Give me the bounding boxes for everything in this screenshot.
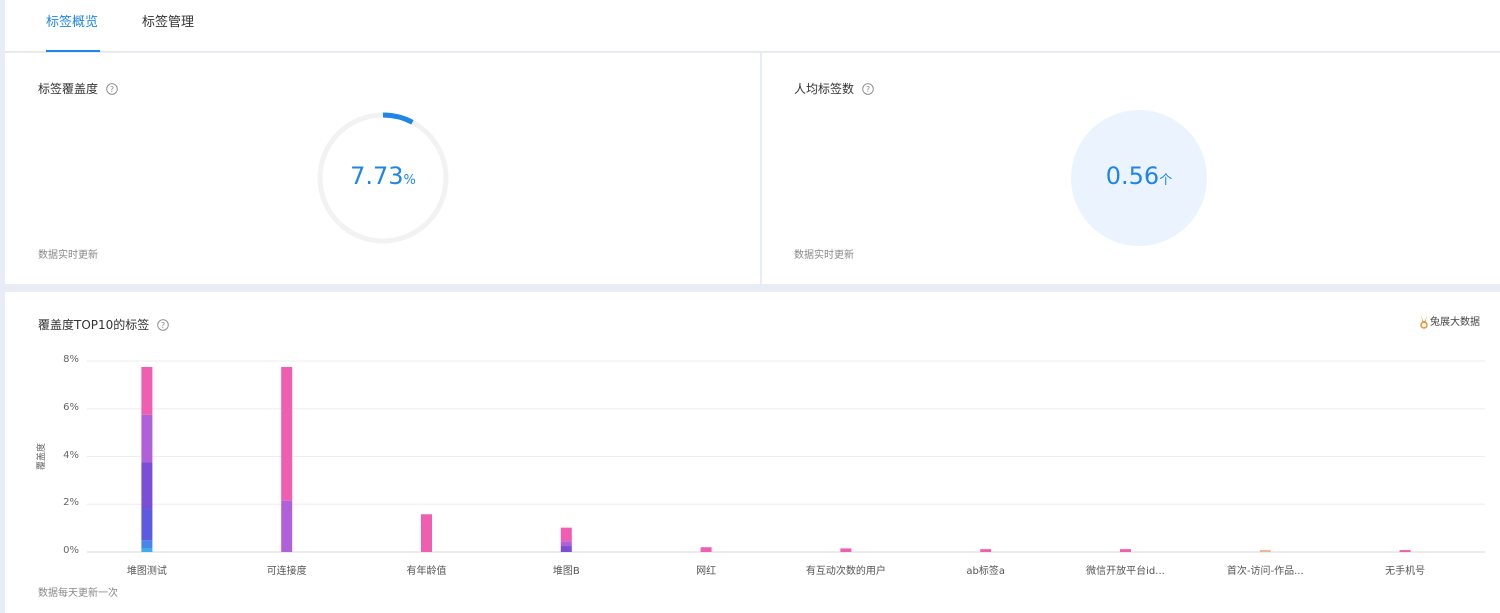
y-tick-label: 4% <box>63 449 79 461</box>
tab-bar: 标签概览 标签管理 <box>5 0 1500 52</box>
avg-tags-value-number: 0.56 <box>1105 162 1160 190</box>
avg-tags-title-text: 人均标签数 <box>794 82 855 96</box>
coverage-ring: 7.73% <box>315 110 451 246</box>
bar-segment[interactable] <box>421 514 432 552</box>
coverage-card: 标签覆盖度 ? 7.73% 数据实时更新 <box>5 53 760 284</box>
avg-tags-card-title: 人均标签数 ? <box>794 80 874 97</box>
avg-tags-footnote: 数据实时更新 <box>794 250 854 261</box>
coverage-card-title: 标签覆盖度 ? <box>38 80 118 97</box>
bar-segment[interactable] <box>700 547 712 552</box>
x-tick-label: 堆图测试 <box>126 566 167 577</box>
help-icon[interactable]: ? <box>862 82 874 95</box>
tab-management-label: 标签管理 <box>142 15 195 30</box>
help-icon[interactable]: ? <box>106 82 118 95</box>
x-tick-label: 有互动次数的用户 <box>805 566 886 577</box>
bar-segment[interactable] <box>281 366 293 501</box>
bar-segment[interactable] <box>141 540 153 549</box>
svg-text:?: ? <box>110 85 114 94</box>
y-tick-label: 2% <box>63 497 79 509</box>
tab-overview-label: 标签概览 <box>46 15 99 30</box>
coverage-value-number: 7.73 <box>350 162 404 190</box>
bar-segment[interactable] <box>141 509 153 541</box>
y-tick-label: 6% <box>63 401 79 413</box>
x-tick-label: 首次-访问-作品... <box>1226 566 1304 577</box>
active-tab-indicator <box>46 50 100 52</box>
coverage-value: 7.73% <box>315 162 451 190</box>
bar-segment[interactable] <box>1120 549 1131 552</box>
avg-tags-bubble: 0.56个 <box>1071 110 1207 246</box>
x-tick-label: ab标签a <box>966 566 1005 577</box>
coverage-footnote: 数据实时更新 <box>38 250 98 261</box>
bar-segment[interactable] <box>980 549 992 552</box>
bar-segment[interactable] <box>141 548 153 552</box>
x-tick-label: 堆图B <box>552 566 580 577</box>
top10-chart-card: 覆盖度TOP10的标签 ? 兔展大数据 覆盖度 0% 2% 4% 6% 8% 堆图测试可… <box>5 292 1500 613</box>
avg-tags-value: 0.56个 <box>1071 162 1207 190</box>
chart-footnote: 数据每天更新一次 <box>38 588 118 599</box>
bar-segment[interactable] <box>141 366 153 415</box>
x-tick-label: 无手机号 <box>1385 566 1426 577</box>
coverage-value-unit: % <box>403 173 416 188</box>
tab-management[interactable]: 标签管理 <box>142 0 198 52</box>
bar-segment[interactable] <box>560 527 572 542</box>
x-tick-label: 可连接度 <box>266 566 307 577</box>
svg-text:?: ? <box>866 85 870 94</box>
y-tick-label: 8% <box>63 354 79 365</box>
y-tick-label: 0% <box>63 545 79 556</box>
avg-tags-card: 人均标签数 ? 0.56个 数据实时更新 <box>762 53 1500 284</box>
bar-segment[interactable] <box>560 541 572 547</box>
coverage-title-text: 标签覆盖度 <box>38 82 99 96</box>
bar-segment[interactable] <box>1259 550 1271 552</box>
bar-segment[interactable] <box>840 548 852 552</box>
bar-segment[interactable] <box>141 462 153 510</box>
x-tick-label: 有年龄值 <box>406 566 447 577</box>
tab-overview[interactable]: 标签概览 <box>46 0 100 52</box>
bar-segment[interactable] <box>560 546 572 552</box>
bar-segment[interactable] <box>1399 550 1411 552</box>
avg-tags-value-unit: 个 <box>1159 173 1173 188</box>
x-tick-label: 微信开放平台id... <box>1086 566 1165 577</box>
bar-segment[interactable] <box>141 414 153 463</box>
bar-segment[interactable] <box>281 500 293 552</box>
x-tick-label: 网红 <box>696 566 717 577</box>
